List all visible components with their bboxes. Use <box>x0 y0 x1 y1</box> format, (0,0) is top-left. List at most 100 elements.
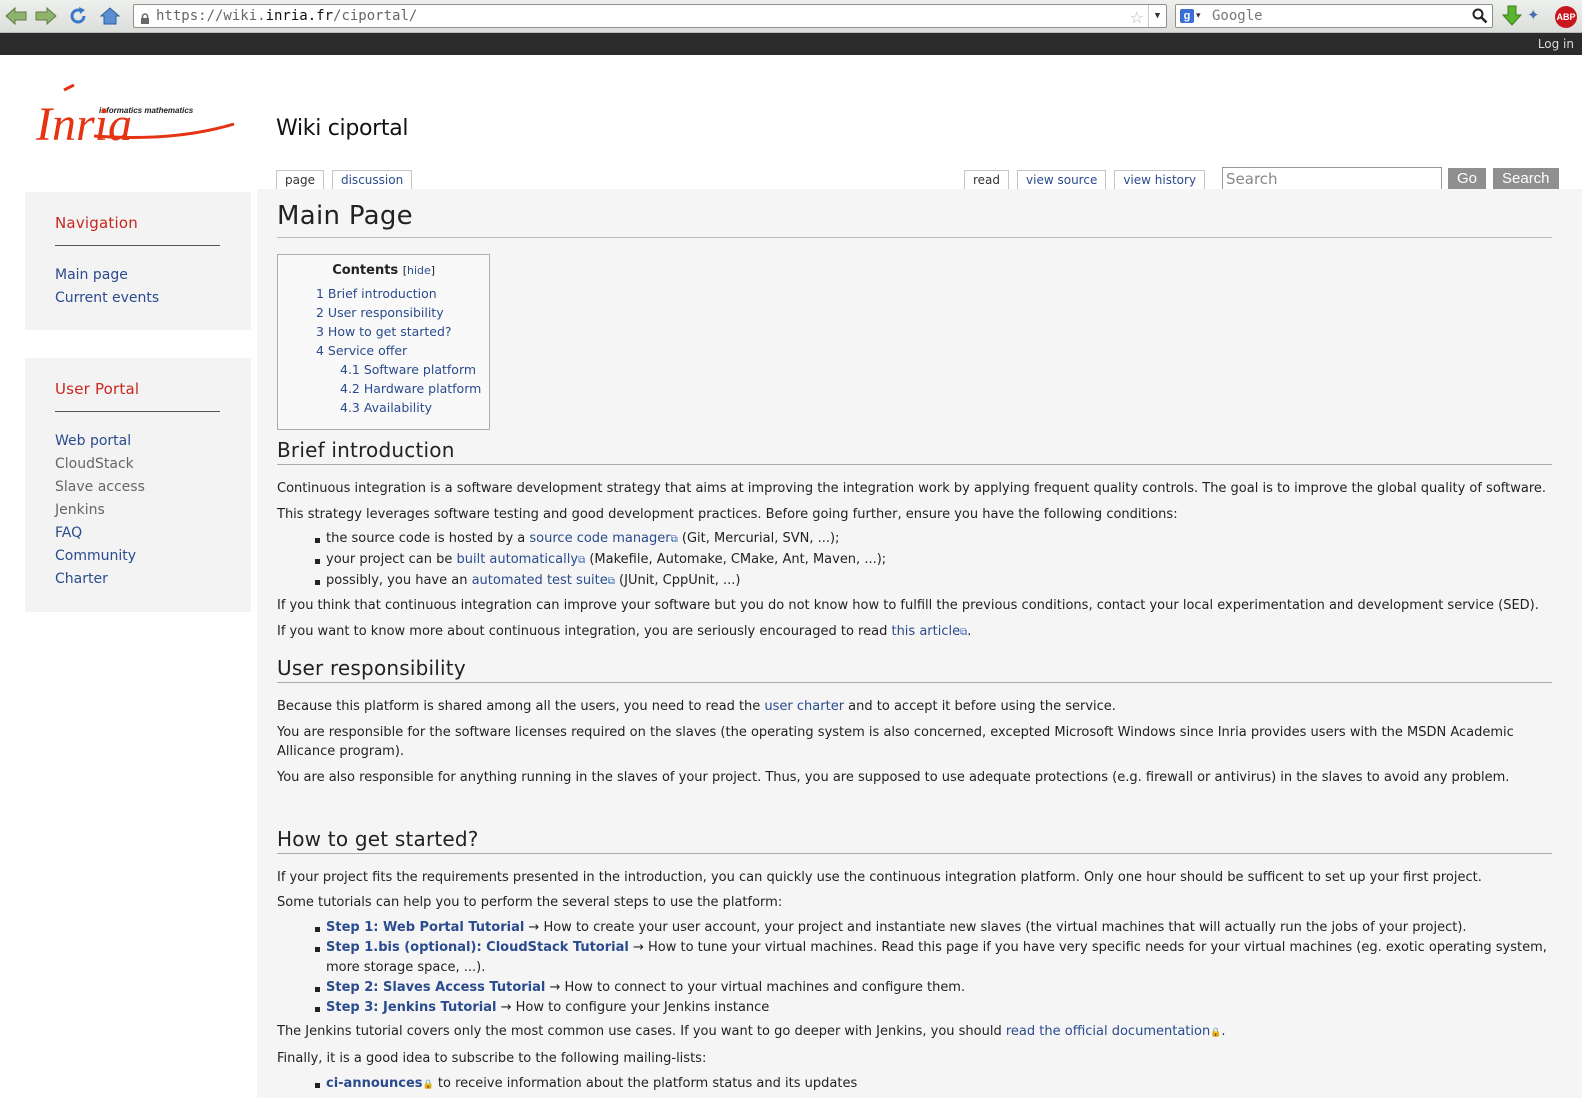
wiki-search-input[interactable] <box>1222 167 1442 190</box>
sidebar-item-jenkins[interactable]: Jenkins <box>55 502 105 518</box>
inria-logo[interactable]: informatics mathematics Inria <box>34 83 239 151</box>
url-bar[interactable]: https://wiki.inria.fr/ciportal/ ☆ ▼ <box>133 4 1167 28</box>
paragraph: If you want to know more about continuou… <box>277 624 972 639</box>
wiki-search <box>1222 167 1442 190</box>
step-1bis-link[interactable]: Step 1.bis (optional): CloudStack Tutori… <box>326 940 629 955</box>
list-item: Step 3: Jenkins Tutorial → How to config… <box>315 998 1552 1018</box>
engine-dropdown-icon[interactable]: ▾ <box>1196 5 1201 27</box>
list-item: possibly, you have an automated test sui… <box>315 571 1552 592</box>
list-item: Step 2: Slaves Access Tutorial → How to … <box>315 978 1552 998</box>
list-item: Step 1: Web Portal Tutorial → How to cre… <box>315 918 1552 938</box>
tab-read[interactable]: read <box>964 170 1010 189</box>
extension-tool-icon[interactable]: ✦ <box>1527 6 1540 24</box>
adblock-icon[interactable]: ABP <box>1555 6 1577 28</box>
list-item: Step 1.bis (optional): CloudStack Tutori… <box>315 938 1552 978</box>
automated-test-suite-link[interactable]: automated test suite <box>472 573 608 588</box>
personal-bar: Log in <box>0 33 1582 55</box>
table-of-contents: Contents [hide] 1 Brief introduction 2 U… <box>277 254 491 430</box>
back-button[interactable] <box>4 5 28 27</box>
go-button[interactable]: Go <box>1448 168 1487 190</box>
sidebar-user-portal-title: User Portal <box>55 380 220 412</box>
sidebar-item-faq[interactable]: FAQ <box>55 525 82 541</box>
forward-button[interactable] <box>34 5 58 27</box>
paragraph: Because this platform is shared among al… <box>277 699 1116 714</box>
paragraph: If you think that continuous integration… <box>277 598 1539 613</box>
list-item: ci-announces🔒 to receive information abo… <box>315 1074 1552 1095</box>
sidebar-item-charter[interactable]: Charter <box>55 571 108 587</box>
magnifier-icon[interactable] <box>1472 8 1488 31</box>
sidebar-item-community[interactable]: Community <box>55 548 136 564</box>
paragraph: Finally, it is a good idea to subscribe … <box>277 1051 707 1066</box>
sidebar-item-main-page[interactable]: Main page <box>55 267 128 283</box>
download-arrow-icon[interactable] <box>1501 5 1523 31</box>
search-button[interactable]: Search <box>1493 168 1559 190</box>
view-tabs: read view source view history <box>964 170 1206 189</box>
url-host: inria.fr <box>265 8 334 24</box>
lock-icon: 🔒 <box>422 1080 434 1090</box>
home-button[interactable] <box>98 5 122 27</box>
url-dropdown-icon[interactable]: ▼ <box>1148 5 1166 27</box>
toc-title: Contents <box>332 263 399 278</box>
back-arrow-icon <box>5 7 27 25</box>
bookmark-star-icon[interactable]: ☆ <box>1130 7 1144 29</box>
toc-hide-link[interactable]: hide <box>407 264 431 277</box>
paragraph: The Jenkins tutorial covers only the mos… <box>277 1024 1226 1039</box>
paragraph: You are also responsible for anything ru… <box>277 770 1510 785</box>
section-heading-brief-introduction: Brief introduction <box>277 438 1552 465</box>
reload-button[interactable] <box>66 5 90 27</box>
source-code-manager-link[interactable]: source code manager <box>529 531 670 546</box>
paragraph: If your project fits the requirements pr… <box>277 870 1482 885</box>
url-prefix: https://wiki. <box>156 8 266 24</box>
toc-item[interactable]: 1 Brief introduction <box>316 286 437 301</box>
section-heading-user-responsibility: User responsibility <box>277 656 1552 683</box>
google-engine-icon[interactable]: g <box>1180 9 1194 23</box>
tutorial-steps-list: Step 1: Web Portal Tutorial → How to cre… <box>277 918 1552 1018</box>
external-link-icon: ⧉ <box>670 534 678 545</box>
external-link-icon: ⧉ <box>607 576 615 587</box>
toc-item[interactable]: 2 User responsibility <box>316 305 444 320</box>
lock-icon <box>140 10 150 32</box>
toc-subitem[interactable]: 4.2 Hardware platform <box>340 381 481 396</box>
tab-discussion[interactable]: discussion <box>331 170 413 189</box>
conditions-list: the source code is hosted by a source co… <box>277 529 1552 592</box>
logo-wordmark: Inria <box>35 98 132 146</box>
toc-subitem[interactable]: 4.3 Availability <box>340 400 432 415</box>
paragraph: This strategy leverages software testing… <box>277 507 1178 522</box>
sidebar-user-portal: User Portal Web portal CloudStack Slave … <box>25 358 251 612</box>
paragraph: Some tutorials can help you to perform t… <box>277 895 783 910</box>
this-article-link[interactable]: this article <box>891 624 960 639</box>
browser-search-bar[interactable]: g ▾ Google <box>1175 4 1493 28</box>
reload-icon <box>70 7 86 24</box>
page-title: Main Page <box>277 201 1552 238</box>
list-item: your project can be built automatically⧉… <box>315 550 1552 571</box>
browser-toolbar: https://wiki.inria.fr/ciportal/ ☆ ▼ g ▾ … <box>0 0 1582 33</box>
step-3-link[interactable]: Step 3: Jenkins Tutorial <box>326 1000 496 1015</box>
tab-view-source[interactable]: view source <box>1017 170 1107 189</box>
page-tabs: page discussion <box>276 170 413 189</box>
browser-search-placeholder: Google <box>1212 8 1263 24</box>
step-1-link[interactable]: Step 1: Web Portal Tutorial <box>326 920 524 935</box>
sidebar-item-slave-access[interactable]: Slave access <box>55 479 145 495</box>
built-automatically-link[interactable]: built automatically <box>456 552 578 567</box>
sidebar-navigation: Navigation Main page Current events <box>25 192 251 330</box>
toc-subitem[interactable]: 4.1 Software platform <box>340 362 476 377</box>
section-heading-how-to-get-started: How to get started? <box>277 827 1552 854</box>
url-path: /ciportal/ <box>333 8 418 24</box>
toc-item[interactable]: 4 Service offer <box>316 343 407 358</box>
forward-arrow-icon <box>35 7 57 25</box>
sidebar-item-cloudstack[interactable]: CloudStack <box>55 456 134 472</box>
login-link[interactable]: Log in <box>1538 37 1574 51</box>
list-item: the source code is hosted by a source co… <box>315 529 1552 550</box>
home-icon <box>99 7 121 25</box>
step-2-link[interactable]: Step 2: Slaves Access Tutorial <box>326 980 545 995</box>
sidebar-item-web-portal[interactable]: Web portal <box>55 433 131 449</box>
toc-item[interactable]: 3 How to get started? <box>316 324 452 339</box>
tab-page[interactable]: page <box>276 170 324 189</box>
main-content: Main Page Contents [hide] 1 Brief introd… <box>257 189 1582 1098</box>
tab-view-history[interactable]: view history <box>1114 170 1206 189</box>
official-documentation-link[interactable]: read the official documentation <box>1006 1024 1210 1039</box>
user-charter-link[interactable]: user charter <box>764 699 844 714</box>
paragraph: You are responsible for the software lic… <box>277 725 1514 759</box>
sidebar-item-current-events[interactable]: Current events <box>55 290 159 306</box>
ci-announces-link[interactable]: ci-announces <box>326 1076 423 1091</box>
